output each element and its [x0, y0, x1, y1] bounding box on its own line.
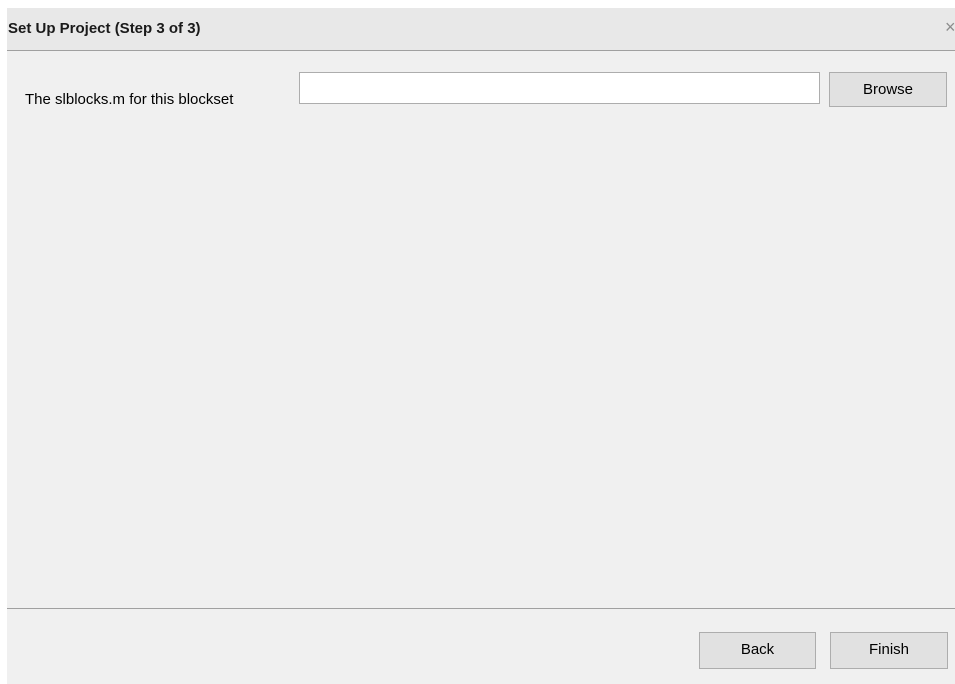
finish-button[interactable]: Finish: [830, 632, 948, 669]
browse-button[interactable]: Browse: [829, 72, 947, 107]
close-icon[interactable]: ×: [945, 17, 955, 37]
slblocks-path-input[interactable]: [299, 72, 820, 104]
footer-divider: [7, 608, 955, 609]
dialog-titlebar: Set Up Project (Step 3 of 3) ×: [7, 8, 955, 51]
slblocks-label: The slblocks.m for this blockset: [25, 91, 234, 108]
back-button[interactable]: Back: [699, 632, 816, 669]
dialog-title: Set Up Project (Step 3 of 3): [8, 20, 201, 37]
setup-project-dialog: Set Up Project (Step 3 of 3) × The slblo…: [7, 8, 955, 684]
